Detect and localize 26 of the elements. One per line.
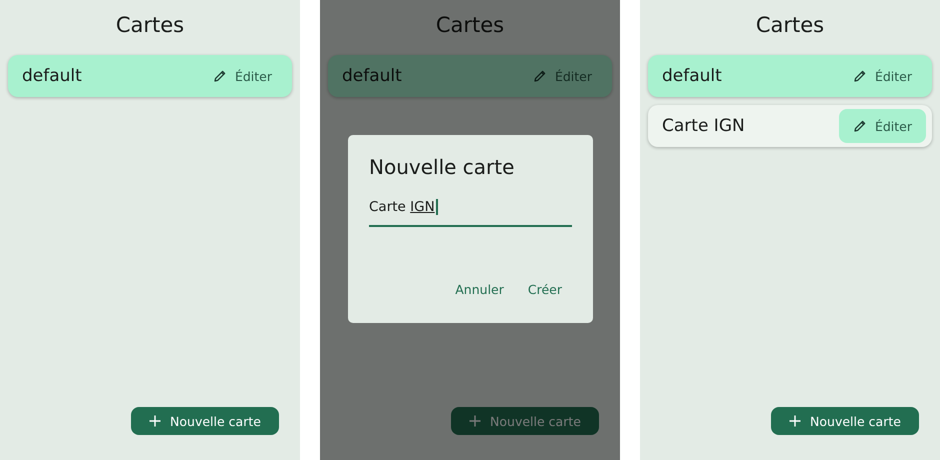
new-map-button[interactable]: Nouvelle carte	[771, 407, 919, 435]
map-name: Carte IGN	[662, 116, 745, 136]
map-card[interactable]: default Éditer	[8, 55, 292, 97]
plus-icon	[469, 415, 482, 427]
screen-title: Cartes	[754, 13, 826, 39]
plus-icon	[789, 415, 802, 427]
new-map-button[interactable]: Nouvelle carte	[451, 407, 599, 435]
screen-title: Cartes	[434, 13, 506, 39]
edit-button[interactable]: Éditer	[838, 109, 926, 143]
map-name: default	[22, 66, 82, 86]
pencil-icon	[532, 69, 547, 83]
dialog-title: Nouvelle carte	[369, 155, 516, 179]
dialog-button[interactable]: Annuler	[445, 276, 514, 303]
new-map-button[interactable]: Nouvelle carte	[131, 407, 279, 435]
pencil-icon	[852, 119, 867, 133]
pencil-icon	[212, 69, 227, 83]
pencil-icon	[852, 69, 867, 83]
dialog-button[interactable]: Créer	[518, 276, 572, 303]
map-name: default	[662, 66, 722, 86]
map-card[interactable]: default Éditer	[328, 55, 612, 97]
map-card[interactable]: default Éditer	[648, 55, 932, 97]
text-field[interactable]: Carte IGN	[369, 199, 572, 227]
map-card[interactable]: Carte IGN Éditer	[648, 105, 932, 147]
map-name: default	[342, 66, 402, 86]
screen-title: Cartes	[114, 13, 186, 39]
plus-icon	[149, 415, 162, 427]
